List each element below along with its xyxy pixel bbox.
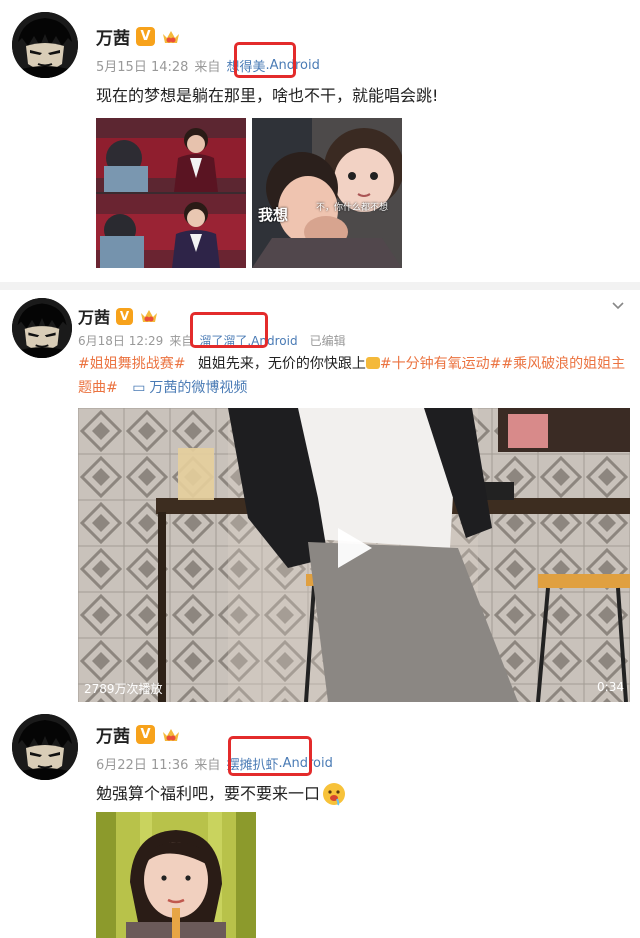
post-date: 6月22日 11:36	[96, 758, 189, 773]
video-play-count: 2789万次播放	[84, 682, 163, 696]
drooling-face-icon	[323, 783, 346, 806]
video-duration: 0:34	[597, 680, 624, 694]
post-body: 勉强算个福利吧，要不要来一口	[96, 784, 321, 803]
username[interactable]: 万茜	[96, 722, 130, 747]
video-link-icon: ▭	[132, 380, 146, 396]
post-image[interactable]	[96, 118, 246, 268]
post-text: 勉强算个福利吧，要不要来一口	[96, 782, 346, 806]
weibo-post: 万茜 V 6月18日 12:29 来自 溜了溜了 . Android 已编辑 #…	[0, 290, 640, 712]
post-image-meme[interactable]: 我想 不，你什么都不想	[252, 118, 402, 268]
source-highlight-box	[190, 312, 268, 348]
post-separator	[0, 282, 640, 290]
post-text: #姐姐舞挑战赛# 姐姐先来，无价的你快跟上 #十分钟有氧运动##乘风破浪的姐姐主题…	[78, 352, 626, 400]
member-crown-icon	[141, 310, 158, 322]
from-label: 来自	[194, 60, 221, 75]
user-avatar[interactable]	[12, 12, 78, 78]
post-date: 5月15日 14:28	[96, 60, 189, 75]
username[interactable]: 万茜	[78, 304, 110, 328]
hand-emoji-icon	[365, 357, 380, 369]
post-image[interactable]	[96, 812, 256, 938]
edited-label[interactable]: 已编辑	[310, 332, 346, 349]
member-crown-icon	[163, 728, 179, 741]
source-highlight-box	[234, 42, 296, 78]
video-player[interactable]: 2789万次播放 0:34	[78, 408, 630, 702]
meme-caption-left: 我想	[258, 206, 289, 224]
post-date: 6月18日 12:29	[78, 334, 164, 348]
post-body: 姐姐先来，无价的你快跟上	[197, 356, 366, 372]
hashtag-link[interactable]: #十分钟有氧运动#	[380, 356, 501, 372]
weibo-post: 万茜 V 6月22日 11:36 来自 摆摊扒虾 . Android 勉强算个福…	[0, 712, 640, 938]
verified-icon: V	[136, 725, 155, 744]
verified-icon: V	[116, 307, 134, 325]
source-highlight-box	[228, 736, 312, 776]
verified-icon: V	[136, 27, 155, 46]
user-avatar[interactable]	[12, 298, 72, 358]
hashtag-link[interactable]: #姐姐舞挑战赛#	[78, 356, 185, 372]
user-avatar[interactable]	[12, 714, 78, 780]
play-icon[interactable]	[334, 526, 374, 570]
username[interactable]: 万茜	[96, 24, 130, 49]
chevron-down-icon[interactable]	[610, 298, 626, 314]
post-text: 现在的梦想是躺在那里，啥也不干，就能唱会跳!	[96, 86, 439, 105]
from-label: 来自	[194, 758, 221, 773]
weibo-post: 万茜 V 5月15日 14:28 来自 想得美 . Android 现在的梦想是…	[0, 0, 640, 282]
video-link[interactable]: 万茜的微博视频	[149, 380, 247, 396]
member-crown-icon	[163, 30, 179, 43]
meme-caption-right: 不，你什么都不想	[316, 203, 389, 213]
